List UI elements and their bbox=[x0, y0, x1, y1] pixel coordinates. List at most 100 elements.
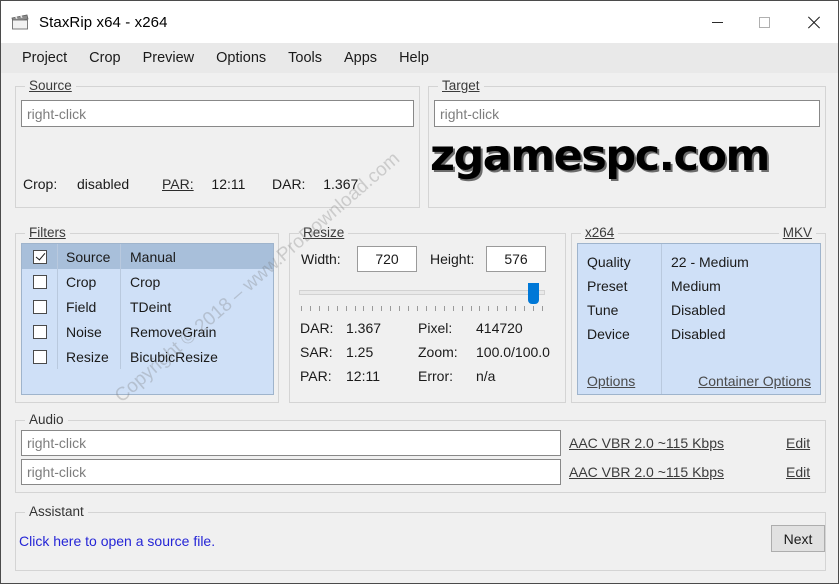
source-crop-info: Crop: disabled bbox=[23, 176, 129, 192]
filter-name: Noise bbox=[58, 319, 121, 344]
resize-error-value: n/a bbox=[476, 368, 496, 384]
menu-bar: Project Crop Preview Options Tools Apps … bbox=[1, 43, 838, 73]
encoder-key: Device bbox=[587, 326, 630, 342]
filter-checkbox-cell[interactable] bbox=[22, 269, 58, 294]
target-input[interactable] bbox=[434, 100, 820, 127]
menu-item-tools[interactable]: Tools bbox=[277, 46, 333, 70]
slider-ticks bbox=[301, 306, 543, 312]
filters-group-label[interactable]: Filters bbox=[25, 225, 70, 241]
checkbox-icon[interactable] bbox=[32, 324, 47, 339]
menu-item-help[interactable]: Help bbox=[388, 46, 440, 70]
resize-dar-label: DAR: bbox=[300, 320, 334, 336]
encoder-row-device[interactable]: Device Disabled bbox=[578, 322, 820, 346]
source-dar-label: DAR: bbox=[272, 176, 306, 192]
audio-track-1-edit-link[interactable]: Edit bbox=[786, 435, 810, 451]
height-label: Height: bbox=[430, 251, 475, 267]
filter-value: RemoveGrain bbox=[130, 323, 217, 340]
filter-checkbox-cell[interactable] bbox=[22, 319, 58, 344]
resize-pixel-label: Pixel: bbox=[418, 320, 453, 336]
resize-par-label: PAR: bbox=[300, 368, 332, 384]
audio-track-2-profile-link[interactable]: AAC VBR 2.0 ~115 Kbps bbox=[569, 464, 724, 480]
menu-item-apps[interactable]: Apps bbox=[333, 46, 388, 70]
resize-error-label: Error: bbox=[418, 368, 453, 384]
slider-track[interactable] bbox=[299, 290, 545, 295]
filter-row-resize[interactable]: Resize BicubicResize bbox=[22, 344, 273, 369]
filter-name: Crop bbox=[58, 269, 121, 294]
source-group-label[interactable]: Source bbox=[25, 78, 76, 94]
filter-value: Crop bbox=[130, 273, 161, 290]
next-button[interactable]: Next bbox=[771, 525, 825, 552]
encoder-key: Quality bbox=[587, 254, 631, 270]
source-input[interactable] bbox=[21, 100, 414, 127]
resize-slider[interactable] bbox=[299, 283, 545, 304]
encoder-row-quality[interactable]: Quality 22 - Medium bbox=[578, 250, 820, 274]
checkbox-icon[interactable] bbox=[32, 349, 47, 364]
filter-checkbox-cell[interactable] bbox=[22, 244, 58, 269]
height-input[interactable] bbox=[486, 246, 546, 272]
encoder-settings-table: Quality 22 - Medium Preset Medium Tune D… bbox=[577, 243, 821, 395]
close-button[interactable] bbox=[788, 1, 838, 43]
encoder-value: Medium bbox=[671, 278, 721, 294]
source-par-label[interactable]: PAR: bbox=[162, 176, 194, 192]
encoder-group: x264 MKV Quality 22 - Medium Preset Medi… bbox=[571, 225, 826, 403]
minimize-icon bbox=[712, 21, 723, 23]
filter-value: BicubicResize bbox=[130, 348, 218, 365]
source-par-info: PAR: 12:11 bbox=[162, 176, 245, 192]
encoder-row-preset[interactable]: Preset Medium bbox=[578, 274, 820, 298]
filter-checkbox-cell[interactable] bbox=[22, 294, 58, 319]
audio-track-1-profile-link[interactable]: AAC VBR 2.0 ~115 Kbps bbox=[569, 435, 724, 451]
resize-sar-label: SAR: bbox=[300, 344, 333, 360]
filter-name: Field bbox=[58, 294, 121, 319]
audio-track-2-input[interactable] bbox=[21, 459, 561, 485]
maximize-button[interactable] bbox=[741, 1, 788, 43]
menu-item-options[interactable]: Options bbox=[205, 46, 277, 70]
encoder-row-tune[interactable]: Tune Disabled bbox=[578, 298, 820, 322]
container-options-link[interactable]: Container Options bbox=[661, 373, 820, 389]
checkbox-icon[interactable] bbox=[32, 299, 47, 314]
clapperboard-icon bbox=[10, 12, 30, 32]
audio-group: Audio AAC VBR 2.0 ~115 Kbps Edit AAC VBR… bbox=[15, 412, 826, 493]
assistant-group: Assistant Click here to open a source fi… bbox=[15, 504, 826, 571]
filters-group: Filters Source Manual Crop Crop Field TD… bbox=[15, 225, 279, 403]
encoder-value: Disabled bbox=[671, 326, 726, 342]
resize-sar-value: 1.25 bbox=[346, 344, 374, 360]
filter-checkbox-cell[interactable] bbox=[22, 344, 58, 369]
encoder-key: Tune bbox=[587, 302, 619, 318]
audio-track-1-input[interactable] bbox=[21, 430, 561, 456]
menu-item-preview[interactable]: Preview bbox=[132, 46, 206, 70]
minimize-button[interactable] bbox=[694, 1, 741, 43]
close-icon bbox=[807, 16, 820, 29]
filter-row-crop[interactable]: Crop Crop bbox=[22, 269, 273, 294]
assistant-group-label: Assistant bbox=[25, 504, 88, 520]
target-group-label[interactable]: Target bbox=[438, 78, 484, 94]
filter-name: Resize bbox=[58, 344, 121, 369]
resize-dar-value: 1.367 bbox=[346, 320, 382, 336]
slider-thumb[interactable] bbox=[528, 283, 539, 304]
menu-item-crop[interactable]: Crop bbox=[78, 46, 131, 70]
encoder-value: 22 - Medium bbox=[671, 254, 749, 270]
audio-group-label: Audio bbox=[25, 412, 68, 428]
resize-par-value: 12:11 bbox=[346, 368, 380, 384]
audio-track-2-edit-link[interactable]: Edit bbox=[786, 464, 810, 480]
checkbox-checked-icon[interactable] bbox=[32, 249, 47, 264]
resize-zoom-value: 100.0/100.0 bbox=[476, 344, 550, 360]
filter-row-noise[interactable]: Noise RemoveGrain bbox=[22, 319, 273, 344]
window-title: StaxRip x64 - x264 bbox=[39, 13, 168, 31]
encoder-column-divider bbox=[661, 244, 662, 394]
source-dar-value: 1.367 bbox=[323, 176, 359, 192]
width-input[interactable] bbox=[357, 246, 417, 272]
filter-row-source[interactable]: Source Manual bbox=[22, 244, 273, 269]
encoder-group-label[interactable]: x264 bbox=[581, 225, 619, 241]
source-dar-info: DAR: 1.367 bbox=[272, 176, 358, 192]
source-crop-label: Crop: bbox=[23, 176, 58, 192]
checkbox-icon[interactable] bbox=[32, 274, 47, 289]
filters-list[interactable]: Source Manual Crop Crop Field TDeint Noi… bbox=[21, 243, 274, 395]
open-source-file-link[interactable]: Click here to open a source file. bbox=[19, 533, 215, 549]
encoder-options-link[interactable]: Options bbox=[578, 373, 661, 389]
resize-group-label[interactable]: Resize bbox=[299, 225, 349, 241]
menu-item-project[interactable]: Project bbox=[11, 46, 78, 70]
filter-row-field[interactable]: Field TDeint bbox=[22, 294, 273, 319]
staxrip-window: StaxRip x64 - x264 Project Crop Preview … bbox=[0, 0, 839, 584]
container-format-label[interactable]: MKV bbox=[778, 225, 816, 241]
filter-value: Manual bbox=[130, 248, 176, 265]
